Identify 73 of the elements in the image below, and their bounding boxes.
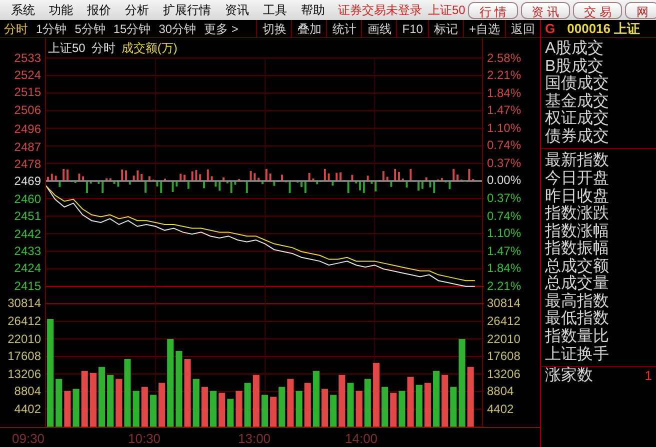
price-axis-label: 2424 bbox=[14, 260, 41, 278]
quote-label: 国债成交 bbox=[545, 75, 610, 92]
time-axis-label: 09:30 bbox=[12, 430, 45, 447]
quote-label: A股成交 bbox=[545, 40, 605, 58]
price-axis-label: 2515 bbox=[14, 84, 41, 102]
percent-axis-label: 13206 bbox=[487, 366, 520, 383]
percent-axis-label: 4402 bbox=[487, 400, 514, 418]
quote-label: 最新指数 bbox=[545, 152, 610, 170]
quote-label: B股成交 bbox=[545, 58, 604, 75]
chart-mode: 分时 bbox=[91, 40, 116, 57]
price-axis-label: 2451 bbox=[14, 208, 41, 226]
price-axis-label: 2496 bbox=[14, 121, 41, 138]
percent-axis-label: 1.10% bbox=[487, 225, 522, 242]
quote-label: 指数涨幅 bbox=[545, 222, 610, 240]
quote-label: 总成交额 bbox=[545, 258, 610, 275]
volume-axis-label: 8804 bbox=[14, 383, 41, 400]
volume-axis-label: 30814 bbox=[8, 295, 41, 312]
price-axis-label: 2442 bbox=[14, 226, 41, 243]
volume-axis-label: 4402 bbox=[14, 400, 41, 418]
percent-axis-label: 2.21% bbox=[487, 278, 522, 295]
price-axis-label: 2478 bbox=[14, 156, 41, 173]
volume-axis-label: 26412 bbox=[8, 313, 41, 330]
percent-axis-label: 0.37% bbox=[487, 154, 522, 172]
percent-axis-label: 2.21% bbox=[487, 67, 522, 84]
price-axis-label: 2469 bbox=[14, 173, 41, 190]
percent-axis-label: 1.84% bbox=[487, 260, 522, 278]
percent-axis-label: 0.37% bbox=[487, 190, 522, 208]
instrument-name: 上证50 bbox=[428, 2, 466, 19]
percent-axis-label: 0.74% bbox=[487, 208, 522, 225]
quote-label: 上证换手 bbox=[545, 346, 610, 364]
quote-label: 今日开盘 bbox=[545, 170, 610, 188]
volume-axis-label: 22010 bbox=[8, 330, 41, 348]
quote-label: 昨日收盘 bbox=[545, 188, 610, 205]
price-axis-label: 2460 bbox=[14, 190, 41, 208]
price-axis-label: 2524 bbox=[14, 66, 41, 84]
price-axis-label: 2433 bbox=[14, 243, 41, 260]
time-axis-label: 14:00 bbox=[345, 430, 378, 447]
price-axis-label: 2415 bbox=[14, 278, 41, 295]
percent-axis-label: 0.00% bbox=[487, 172, 522, 190]
quote-label: 基金成交 bbox=[545, 92, 610, 110]
quote-label: 最高指数 bbox=[545, 292, 610, 310]
quote-label: 总成交量 bbox=[545, 275, 610, 292]
percent-axis-label: 0.74% bbox=[487, 137, 522, 154]
quote-label: 涨家数 bbox=[545, 366, 593, 386]
quote-label: 指数涨跌 bbox=[545, 205, 610, 223]
market-label: G bbox=[545, 20, 556, 38]
quote-label: 债券成交 bbox=[545, 128, 610, 146]
price-axis-label: 2533 bbox=[14, 50, 41, 66]
volume-axis-label: 13206 bbox=[8, 366, 41, 383]
quote-label: 指数振幅 bbox=[545, 240, 610, 258]
price-axis-label: 2487 bbox=[14, 138, 41, 156]
quote-label: 权证成交 bbox=[545, 110, 610, 128]
quote-value: 1 bbox=[644, 367, 652, 386]
index-code: 000016 上证 bbox=[567, 20, 640, 38]
percent-axis-label: 17608 bbox=[487, 348, 520, 366]
percent-axis-label: 1.47% bbox=[487, 102, 522, 120]
chart-title: 上证50 bbox=[48, 40, 86, 57]
percent-axis-label: 1.10% bbox=[487, 120, 522, 137]
time-axis-label: 13:00 bbox=[238, 430, 271, 447]
indicator-label: 成交额(万) bbox=[121, 40, 178, 57]
percent-axis-label: 26412 bbox=[487, 313, 520, 330]
percent-axis-label: 30814 bbox=[487, 295, 520, 312]
percent-axis-label: 1.84% bbox=[487, 84, 522, 102]
quote-label: 指数量比 bbox=[545, 328, 610, 346]
volume-axis-label: 17608 bbox=[8, 348, 41, 366]
price-axis-label: 2506 bbox=[14, 102, 41, 119]
percent-axis-label: 8804 bbox=[487, 383, 514, 400]
percent-axis-label: 22010 bbox=[487, 330, 520, 348]
login-status: 证券交易未登录 bbox=[338, 2, 422, 19]
quote-label: 最低指数 bbox=[545, 310, 610, 328]
percent-axis-label: 2.58% bbox=[487, 50, 522, 66]
percent-axis-label: 1.47% bbox=[487, 242, 522, 260]
time-axis-label: 10:30 bbox=[128, 430, 161, 447]
